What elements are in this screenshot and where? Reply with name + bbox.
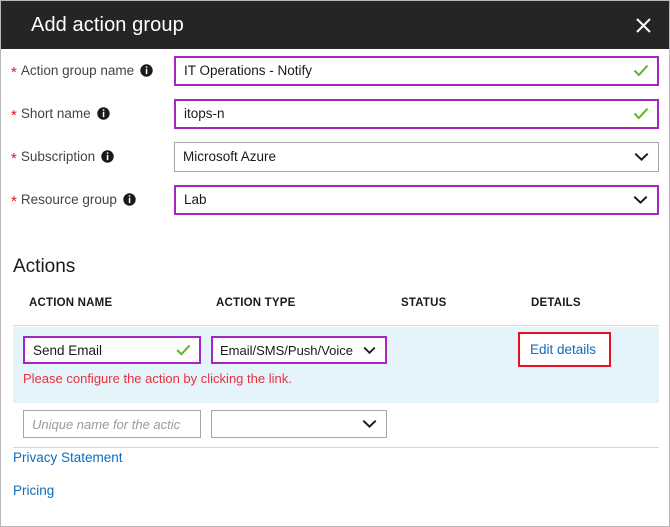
label-resource-group: * Resource group [11,192,174,207]
valid-check-icon [176,344,191,356]
valid-check-icon [633,107,649,120]
blade-titlebar: Add action group [1,1,670,49]
field-row-resource-group: * Resource group Lab [1,178,670,221]
chevron-down-icon[interactable] [363,346,376,355]
pricing-link[interactable]: Pricing [13,483,54,498]
info-icon[interactable] [140,64,153,77]
action-name-input[interactable]: Send Email [23,336,201,364]
field-label-text: Subscription [21,149,95,164]
chevron-down-icon[interactable] [362,419,377,429]
row-error-message: Please configure the action by clicking … [23,371,292,386]
required-asterisk: * [11,108,17,123]
grid-header-divider [13,325,659,326]
field-label-text: Action group name [21,63,134,78]
actions-grid-header: ACTION NAME ACTION TYPE STATUS DETAILS [1,297,670,319]
valid-check-icon [633,64,649,77]
subscription-value: Microsoft Azure [175,149,634,164]
action-group-name-input[interactable]: IT Operations - Notify [174,56,659,86]
required-asterisk: * [11,151,17,166]
required-asterisk: * [11,65,17,80]
table-row: Send Email Email/SMS/Push/Voice Please c… [13,327,659,403]
close-icon[interactable] [621,2,665,48]
info-icon[interactable] [123,193,136,206]
field-row-subscription: * Subscription Microsoft Azure [1,135,670,178]
field-label-text: Resource group [21,192,117,207]
action-group-name-value: IT Operations - Notify [176,63,633,78]
required-asterisk: * [11,194,17,209]
new-action-type-select[interactable] [211,410,387,438]
resource-group-value: Lab [176,192,633,207]
short-name-input[interactable]: itops-n [174,99,659,129]
info-icon[interactable] [101,150,114,163]
column-header-action-name: ACTION NAME [29,297,112,309]
new-action-row: Unique name for the actic [13,404,659,446]
new-action-name-input[interactable]: Unique name for the actic [23,410,201,438]
edit-details-link[interactable]: Edit details [520,342,596,357]
field-row-action-group-name: * Action group name IT Operations - Noti… [1,49,670,92]
subscription-select[interactable]: Microsoft Azure [174,142,659,172]
column-header-details: DETAILS [531,297,581,309]
info-icon[interactable] [97,107,110,120]
chevron-down-icon[interactable] [634,152,649,162]
action-type-value: Email/SMS/Push/Voice [213,343,363,358]
actions-section-title: Actions [13,256,75,278]
page-title: Add action group [1,14,184,37]
action-group-form: * Action group name IT Operations - Noti… [1,49,670,221]
action-name-value: Send Email [25,343,176,358]
new-action-name-placeholder: Unique name for the actic [24,417,200,432]
column-header-action-type: ACTION TYPE [216,297,296,309]
action-type-select[interactable]: Email/SMS/Push/Voice [211,336,387,364]
label-subscription: * Subscription [11,149,174,164]
edit-details-highlight-box: Edit details [518,332,611,367]
column-header-status: STATUS [401,297,447,309]
chevron-down-icon[interactable] [633,195,648,205]
privacy-statement-link[interactable]: Privacy Statement [13,450,123,465]
resource-group-select[interactable]: Lab [174,185,659,215]
footer-divider [13,447,659,448]
short-name-value: itops-n [176,106,633,121]
label-action-group-name: * Action group name [11,63,174,78]
label-short-name: * Short name [11,106,174,121]
field-row-short-name: * Short name itops-n [1,92,670,135]
field-label-text: Short name [21,106,91,121]
add-action-group-blade: Add action group * Action group name [0,0,670,527]
